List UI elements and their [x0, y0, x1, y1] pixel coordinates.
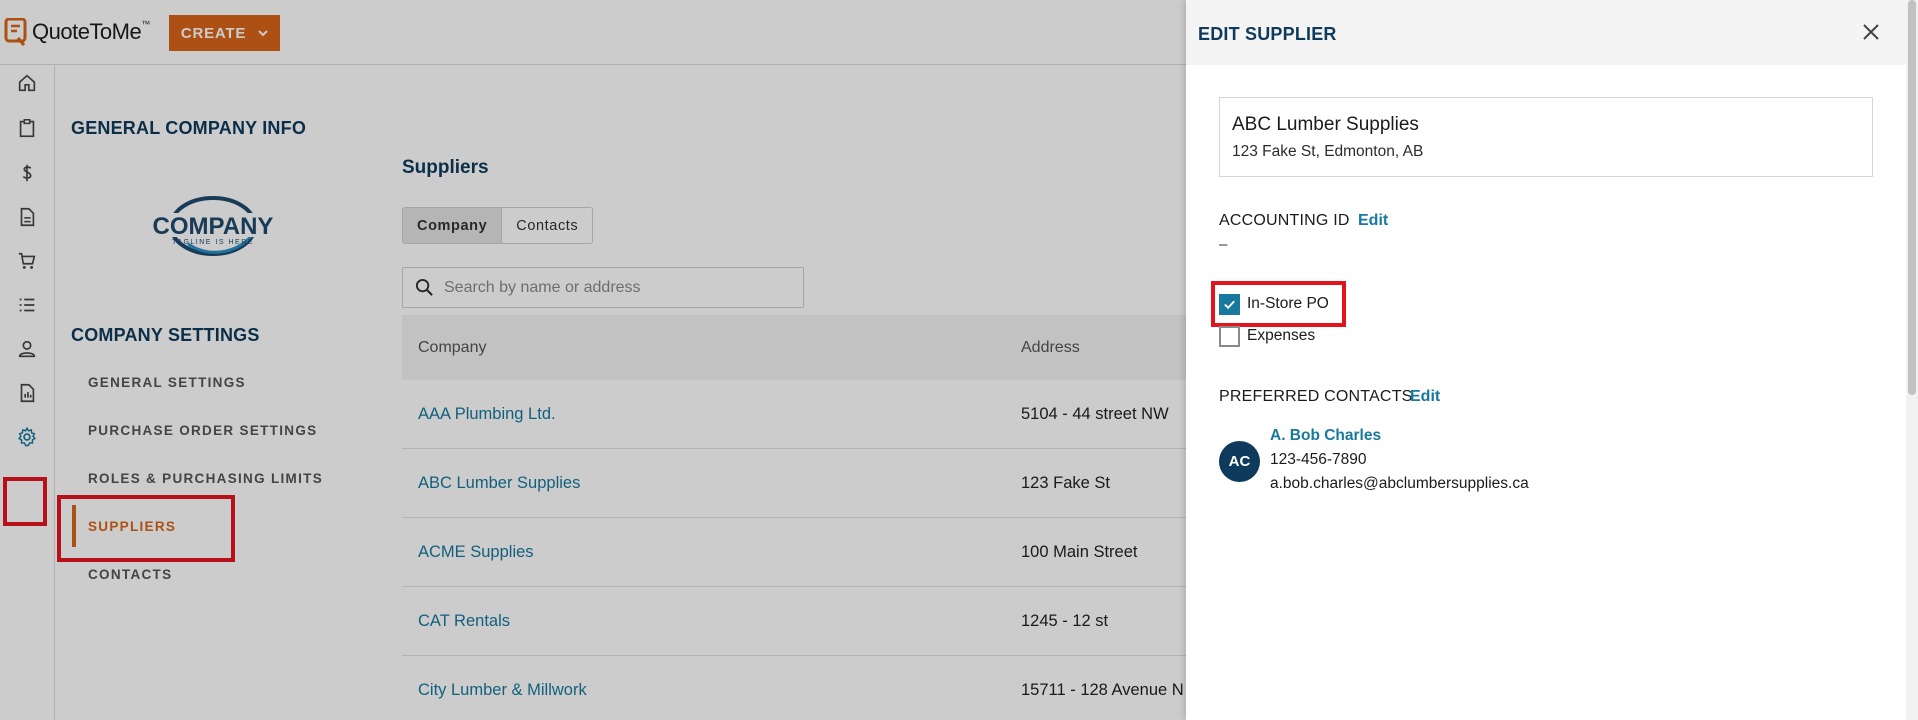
preferred-contacts-label: PREFERRED CONTACTS — [1219, 388, 1413, 405]
drawer-scrollbar-thumb[interactable] — [1908, 0, 1916, 395]
accounting-id-label: ACCOUNTING ID — [1219, 212, 1350, 229]
in-store-po-highlight-box — [1211, 281, 1346, 327]
expenses-label[interactable]: Expenses — [1247, 327, 1315, 345]
supplier-name: ABC Lumber Supplies — [1232, 114, 1419, 135]
contact-phone: 123-456-7890 — [1270, 451, 1367, 468]
modal-backdrop[interactable] — [0, 0, 1186, 720]
preferred-contacts-edit-link[interactable]: Edit — [1410, 388, 1440, 406]
expenses-checkbox[interactable] — [1219, 326, 1240, 347]
drawer-title: EDIT SUPPLIER — [1198, 24, 1337, 44]
accounting-id-value: – — [1219, 236, 1228, 253]
close-icon[interactable] — [1860, 21, 1882, 43]
supplier-summary-card: ABC Lumber Supplies 123 Fake St, Edmonto… — [1219, 97, 1873, 177]
supplier-address: 123 Fake St, Edmonton, AB — [1232, 143, 1424, 160]
contact-name-link[interactable]: A. Bob Charles — [1270, 427, 1381, 445]
edit-supplier-drawer: EDIT SUPPLIER ABC Lumber Supplies 123 Fa… — [1186, 0, 1918, 720]
contact-email: a.bob.charles@abclumbersupplies.ca — [1270, 475, 1529, 492]
avatar: AC — [1219, 441, 1260, 482]
accounting-id-edit-link[interactable]: Edit — [1358, 212, 1388, 230]
drawer-header: EDIT SUPPLIER — [1186, 0, 1906, 65]
